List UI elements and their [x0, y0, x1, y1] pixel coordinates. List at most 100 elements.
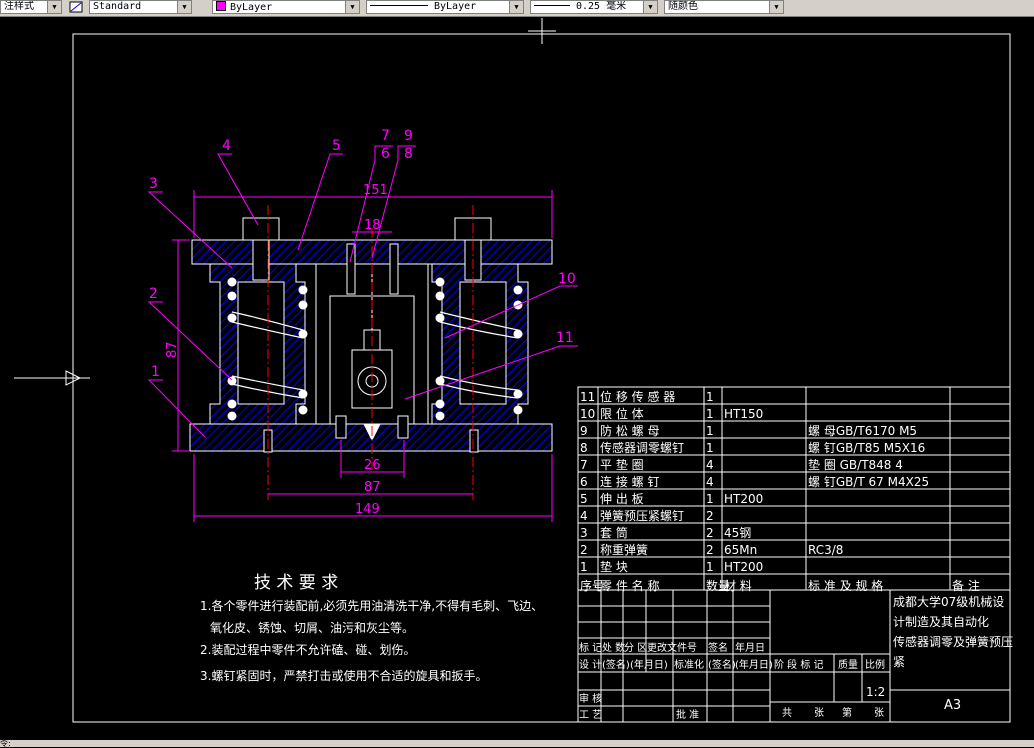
chevron-down-icon: ▼: [643, 1, 657, 13]
parts-cell-qty: 4: [706, 458, 714, 472]
linetype-value: ByLayer: [434, 1, 477, 12]
lineweight-select[interactable]: 0.25 毫米 ▼: [530, 0, 658, 14]
balloon-10: 10: [558, 271, 576, 287]
balloon-5: 5: [332, 138, 341, 154]
parts-cell-name: 位 移 传 感 器: [600, 389, 675, 404]
parts-cell-qty: 2: [706, 526, 714, 540]
parts-cell-qty: 2: [706, 543, 714, 557]
parts-cell-name: 防 松 螺 母: [600, 423, 659, 438]
title-sheet-label: 共: [782, 707, 792, 719]
parts-cell-no: 8: [580, 441, 588, 455]
parts-cell-name: 平 垫 圈: [600, 457, 644, 472]
parts-cell-standard: 垫 圈 GB/T848 4: [808, 457, 903, 472]
part-preload-screw-left: [242, 217, 280, 241]
chevron-down-icon: ▼: [769, 1, 783, 13]
title-design-label: 设 计: [579, 658, 602, 671]
parts-cell-no: 9: [580, 424, 588, 438]
title-company: 计制造及其自动化: [893, 615, 989, 629]
parts-cell-material: HT200: [724, 560, 763, 574]
title-sheet-label: 第: [842, 706, 852, 719]
parts-cell-no: 7: [580, 458, 588, 472]
balloon-2: 2: [149, 286, 158, 302]
balloon-1: 1: [151, 364, 160, 380]
title-scale: 1:2: [866, 685, 885, 699]
parts-cell-no: 11: [580, 390, 595, 404]
parts-cell-standard: 螺 钉GB/T85 M5X16: [808, 441, 925, 455]
color-swatch-icon: [216, 1, 226, 11]
parts-cell-name: 弹簧预压紧螺钉: [600, 508, 684, 523]
balloon-7: 7: [381, 128, 390, 144]
balloon-4: 4: [222, 138, 231, 154]
parts-cell-qty: 4: [706, 475, 714, 489]
parts-cell-material: HT150: [724, 407, 763, 421]
parts-cell-qty: 1: [706, 560, 714, 574]
parts-cell-qty: 1: [706, 492, 714, 506]
parts-cell-name: 限 位 体: [600, 406, 644, 421]
balloon-11: 11: [556, 330, 574, 346]
parts-cell-material: 45钢: [724, 526, 751, 540]
chevron-down-icon: ▼: [177, 1, 191, 13]
title-stage-label: 比例: [865, 658, 885, 671]
parts-cell-name: 传感器调零螺钉: [600, 440, 684, 455]
chevron-down-icon: ▼: [509, 1, 523, 13]
drawing-canvas[interactable]: 151 18 87 26 87 149 1 2 3 4 5 6 7 8 9 10…: [0, 16, 1034, 740]
parts-cell-material: HT200: [724, 492, 763, 506]
parts-cell-name: 垫 块: [600, 559, 628, 574]
title-revision-label: 年月日: [735, 641, 765, 654]
parts-cell-standard: 螺 钉GB/T 67 M4X25: [808, 475, 929, 489]
dimension-bottom-mid: 87: [364, 480, 381, 495]
dimension-height: 87: [165, 341, 180, 358]
plot-style-select[interactable]: 随颜色 ▼: [664, 0, 784, 14]
parts-cell-name: 伸 出 板: [600, 492, 644, 506]
balloon-9: 9: [404, 128, 413, 144]
dimension-top-width: 151: [363, 183, 388, 198]
assembly-view: [189, 205, 553, 500]
title-process-label: 工 艺: [579, 709, 602, 721]
title-revision-label: 分 区: [624, 642, 647, 654]
tech-requirements-title: 技 术 要 求: [254, 573, 338, 593]
dimension-bottom-small: 26: [364, 458, 381, 473]
tech-requirement-line: 氧化皮、锈蚀、切屑、油污和灰尘等。: [210, 621, 414, 635]
color-value: ByLayer: [230, 2, 273, 13]
title-drawing-name: 传感器调零及弹簧预压: [893, 634, 1013, 649]
technical-requirements: 技 术 要 求 1.各个零件进行装配前,必须先用油清洗干净,不得有毛刺、飞边、 …: [200, 573, 543, 683]
parts-cell-qty: 1: [706, 390, 714, 404]
command-line[interactable]: 令:: [0, 740, 1034, 748]
plot-style-value: 随颜色: [668, 1, 698, 12]
title-sheet-label: 张: [814, 707, 824, 719]
dimension-style-select[interactable]: Standard ▼: [89, 0, 192, 14]
title-design-label: (签名): [708, 658, 736, 671]
dimension-style-icon[interactable]: [69, 1, 83, 13]
title-sheet-label: 张: [874, 707, 884, 719]
dimension-bottom-total: 149: [355, 502, 380, 517]
title-company: 成都大学07级机械设: [893, 594, 1004, 609]
linetype-select[interactable]: ByLayer ▼: [366, 0, 524, 14]
parts-list-table: 11 位 移 传 感 器 110 限 位 体 1 HT1509 防 松 螺 母1螺 母GB/…: [577, 386, 1011, 593]
title-revision-label: 处 数: [602, 641, 625, 654]
title-stage-label: 阶 段 标 记: [774, 658, 824, 671]
parts-cell-qty: 2: [706, 509, 714, 523]
parts-header-standard: 标 准 及 规 格: [808, 578, 883, 593]
text-style-value: 注样式: [4, 1, 34, 12]
parts-cell-standard: RC3/8: [808, 543, 843, 557]
balloon-8: 8: [404, 146, 413, 162]
title-design-label: (签名): [602, 658, 630, 671]
parts-cell-name: 连 接 螺 钉: [600, 474, 659, 489]
parts-header-material: 材 料: [724, 579, 752, 593]
balloon-3: 3: [149, 176, 158, 192]
color-select[interactable]: ByLayer ▼: [212, 0, 360, 14]
tech-requirement-line: 1.各个零件进行装配前,必须先用油清洗干净,不得有毛刺、飞边、: [200, 598, 543, 613]
parts-cell-qty: 1: [706, 407, 714, 421]
drawing-border: [72, 33, 1011, 723]
linetype-sample-icon: [370, 5, 428, 6]
dimension-style-value: Standard: [93, 1, 142, 12]
text-style-select[interactable]: 注样式 ▼: [0, 0, 62, 14]
parts-cell-qty: 1: [706, 424, 714, 438]
lineweight-value: 0.25 毫米: [576, 1, 627, 12]
parts-cell-standard: 螺 母GB/T6170 M5: [808, 424, 917, 438]
title-design-label: (年月日): [735, 658, 773, 671]
parts-cell-no: 4: [580, 509, 588, 523]
parts-cell-qty: 1: [706, 441, 714, 455]
parts-cell-name: 套 筒: [600, 525, 628, 540]
title-revision-label: 签名: [708, 641, 728, 654]
